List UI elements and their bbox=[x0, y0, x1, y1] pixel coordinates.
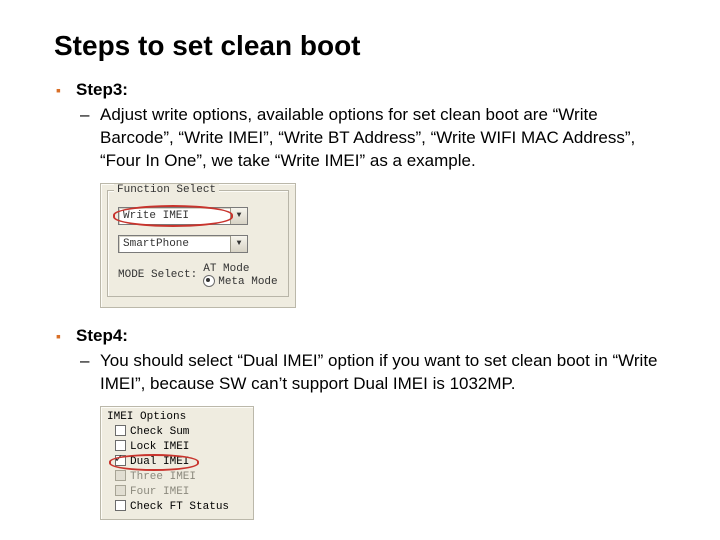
imei-option-label: Three IMEI bbox=[130, 471, 196, 483]
step3-desc: Adjust write options, available options … bbox=[76, 104, 666, 173]
checkbox-icon[interactable] bbox=[115, 500, 126, 511]
imei-options-panel: IMEI Options Check Sum Lock IMEI Dual IMEI… bbox=[100, 406, 254, 520]
step4-label: Step4: bbox=[76, 326, 128, 345]
function-select-fieldset: Function Select Write IMEI ▼ SmartPhone … bbox=[107, 190, 289, 297]
step-4: Step4: You should select “Dual IMEI” opt… bbox=[54, 326, 666, 520]
imei-option-row: Lock IMEI bbox=[107, 440, 247, 455]
mode-select-label: MODE Select: bbox=[118, 269, 197, 281]
meta-mode-label: Meta Mode bbox=[218, 276, 277, 288]
at-mode-label: AT Mode bbox=[203, 263, 249, 275]
imei-option-row: Check FT Status bbox=[107, 500, 247, 515]
checkbox-icon[interactable] bbox=[115, 440, 126, 451]
imei-option-label: Lock IMEI bbox=[130, 441, 189, 453]
mode-select-row: MODE Select: AT Mode Meta Mode bbox=[118, 263, 278, 288]
device-type-value: SmartPhone bbox=[123, 238, 189, 250]
imei-option-label: Check Sum bbox=[130, 426, 189, 438]
device-type-combo[interactable]: SmartPhone ▼ bbox=[118, 235, 248, 253]
chevron-down-icon[interactable]: ▼ bbox=[230, 236, 247, 252]
write-option-value: Write IMEI bbox=[123, 210, 189, 222]
imei-option-row: Three IMEI bbox=[107, 470, 247, 485]
step-3: Step3: Adjust write options, available o… bbox=[54, 80, 666, 316]
checkbox-icon[interactable] bbox=[115, 455, 126, 466]
chevron-down-icon[interactable]: ▼ bbox=[230, 208, 247, 224]
page-title: Steps to set clean boot bbox=[54, 30, 666, 62]
function-select-legend: Function Select bbox=[114, 184, 219, 196]
step3-label: Step3: bbox=[76, 80, 128, 99]
imei-options-title: IMEI Options bbox=[107, 411, 247, 423]
write-option-combo[interactable]: Write IMEI ▼ bbox=[118, 207, 248, 225]
imei-option-label: Check FT Status bbox=[130, 501, 229, 513]
step4-desc: You should select “Dual IMEI” option if … bbox=[76, 350, 666, 396]
meta-mode-radio[interactable] bbox=[203, 275, 215, 287]
imei-option-label: Dual IMEI bbox=[130, 456, 189, 468]
imei-option-row: Four IMEI bbox=[107, 485, 247, 500]
imei-option-row: Dual IMEI bbox=[107, 455, 247, 470]
function-select-panel: Function Select Write IMEI ▼ SmartPhone … bbox=[100, 183, 296, 308]
imei-option-row: Check Sum bbox=[107, 425, 247, 440]
imei-option-label: Four IMEI bbox=[130, 486, 189, 498]
checkbox-icon bbox=[115, 485, 126, 496]
checkbox-icon bbox=[115, 470, 126, 481]
checkbox-icon[interactable] bbox=[115, 425, 126, 436]
